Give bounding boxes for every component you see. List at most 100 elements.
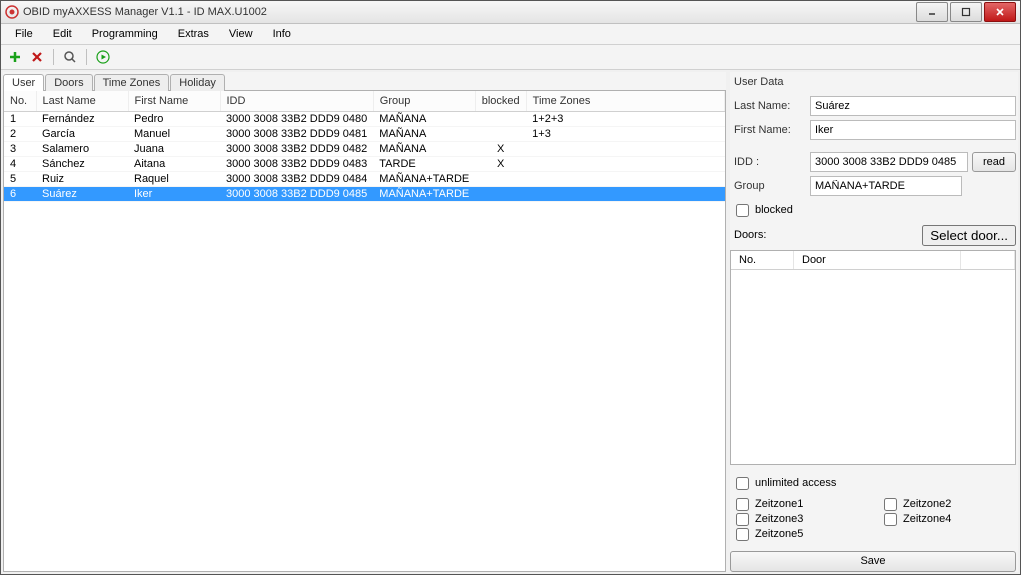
checkbox-zeitzone1[interactable] (736, 498, 749, 511)
cell-no: 3 (4, 142, 36, 157)
checkbox-blocked[interactable] (736, 204, 749, 217)
table-row[interactable]: 6SuárezIker3000 3008 33B2 DDD9 0485MAÑAN… (4, 187, 725, 202)
close-button[interactable] (984, 2, 1016, 22)
cell-first: Raquel (128, 172, 220, 187)
tab-doors[interactable]: Doors (45, 74, 92, 91)
label-zeitzone4: Zeitzone4 (903, 513, 951, 525)
label-zeitzone3: Zeitzone3 (755, 513, 803, 525)
menubar: File Edit Programming Extras View Info (1, 24, 1020, 45)
cell-first: Aitana (128, 157, 220, 172)
menu-file[interactable]: File (5, 26, 43, 42)
cell-group: MAÑANA+TARDE (373, 187, 475, 202)
maximize-button[interactable] (950, 2, 982, 22)
cell-no: 6 (4, 187, 36, 202)
save-button[interactable]: Save (730, 551, 1016, 572)
label-unlimited: unlimited access (755, 477, 836, 489)
cell-last: Sánchez (36, 157, 128, 172)
table-row[interactable]: 5RuizRaquel3000 3008 33B2 DDD9 0484MAÑAN… (4, 172, 725, 187)
checkbox-zeitzone5[interactable] (736, 528, 749, 541)
cell-last: García (36, 127, 128, 142)
cell-tz (526, 142, 724, 157)
magnifier-icon[interactable] (62, 49, 78, 65)
col-first-name[interactable]: First Name (128, 91, 220, 112)
cell-last: Suárez (36, 187, 128, 202)
input-idd[interactable] (810, 152, 968, 172)
read-button[interactable]: read (972, 152, 1016, 172)
doors-col-no[interactable]: No. (731, 251, 794, 269)
cell-no: 4 (4, 157, 36, 172)
cell-blocked (475, 172, 526, 187)
toolbar-separator (86, 49, 87, 65)
input-first-name[interactable] (810, 120, 1016, 140)
user-data-panel: User Data Last Name: First Name: IDD : r… (730, 72, 1018, 572)
col-time-zones[interactable]: Time Zones (526, 91, 724, 112)
tab-user[interactable]: User (3, 74, 44, 91)
checkbox-zeitzone2[interactable] (884, 498, 897, 511)
minimize-button[interactable] (916, 2, 948, 22)
label-idd: IDD : (730, 156, 806, 168)
cell-first: Juana (128, 142, 220, 157)
table-row[interactable]: 4SánchezAitana3000 3008 33B2 DDD9 0483TA… (4, 157, 725, 172)
doors-table[interactable]: No. Door (730, 250, 1016, 465)
cell-first: Pedro (128, 112, 220, 127)
cell-idd: 3000 3008 33B2 DDD9 0481 (220, 127, 373, 142)
cell-idd: 3000 3008 33B2 DDD9 0480 (220, 112, 373, 127)
x-icon[interactable] (29, 49, 45, 65)
cell-group: MAÑANA+TARDE (373, 172, 475, 187)
col-no[interactable]: No. (4, 91, 36, 112)
cell-tz (526, 187, 724, 202)
cell-idd: 3000 3008 33B2 DDD9 0484 (220, 172, 373, 187)
cell-group: TARDE (373, 157, 475, 172)
tabs: User Doors Time Zones Holiday (3, 72, 726, 90)
tab-time-zones[interactable]: Time Zones (94, 74, 170, 91)
doors-col-door[interactable]: Door (794, 251, 961, 269)
col-last-name[interactable]: Last Name (36, 91, 128, 112)
cell-last: Ruiz (36, 172, 128, 187)
toolbar-separator (53, 49, 54, 65)
tab-holiday[interactable]: Holiday (170, 74, 225, 91)
table-header-row[interactable]: No. Last Name First Name IDD Group block… (4, 91, 725, 112)
input-last-name[interactable] (810, 96, 1016, 116)
cell-idd: 3000 3008 33B2 DDD9 0482 (220, 142, 373, 157)
toolbar (1, 45, 1020, 70)
col-group[interactable]: Group (373, 91, 475, 112)
select-door-button[interactable]: Select door... (922, 225, 1016, 246)
checkbox-zeitzone3[interactable] (736, 513, 749, 526)
cell-group: MAÑANA (373, 127, 475, 142)
user-table[interactable]: No. Last Name First Name IDD Group block… (4, 91, 725, 202)
col-blocked[interactable]: blocked (475, 91, 526, 112)
menu-view[interactable]: View (219, 26, 263, 42)
cell-last: Fernández (36, 112, 128, 127)
label-zeitzone2: Zeitzone2 (903, 498, 951, 510)
cell-no: 2 (4, 127, 36, 142)
plus-icon[interactable] (7, 49, 23, 65)
menu-extras[interactable]: Extras (168, 26, 219, 42)
menu-edit[interactable]: Edit (43, 26, 82, 42)
table-row[interactable]: 3SalameroJuana3000 3008 33B2 DDD9 0482MA… (4, 142, 725, 157)
cell-first: Iker (128, 187, 220, 202)
cell-tz: 1+3 (526, 127, 724, 142)
user-data-title: User Data (730, 72, 1016, 94)
input-group[interactable] (810, 176, 962, 196)
checkbox-zeitzone4[interactable] (884, 513, 897, 526)
checkbox-unlimited[interactable] (736, 477, 749, 490)
cell-last: Salamero (36, 142, 128, 157)
cell-group: MAÑANA (373, 112, 475, 127)
cell-blocked (475, 187, 526, 202)
cell-tz: 1+2+3 (526, 112, 724, 127)
table-row[interactable]: 2GarcíaManuel3000 3008 33B2 DDD9 0481MAÑ… (4, 127, 725, 142)
menu-programming[interactable]: Programming (82, 26, 168, 42)
cell-blocked: X (475, 157, 526, 172)
table-row[interactable]: 1FernándezPedro3000 3008 33B2 DDD9 0480M… (4, 112, 725, 127)
label-first-name: First Name: (730, 124, 806, 136)
label-last-name: Last Name: (730, 100, 806, 112)
col-idd[interactable]: IDD (220, 91, 373, 112)
titlebar: OBID myAXXESS Manager V1.1 - ID MAX.U100… (1, 1, 1020, 24)
cell-blocked: X (475, 142, 526, 157)
app-icon (5, 5, 19, 19)
label-group: Group (730, 180, 806, 192)
menu-info[interactable]: Info (263, 26, 301, 42)
user-table-container: No. Last Name First Name IDD Group block… (3, 90, 726, 572)
play-icon[interactable] (95, 49, 111, 65)
window-title: OBID myAXXESS Manager V1.1 - ID MAX.U100… (23, 6, 914, 18)
